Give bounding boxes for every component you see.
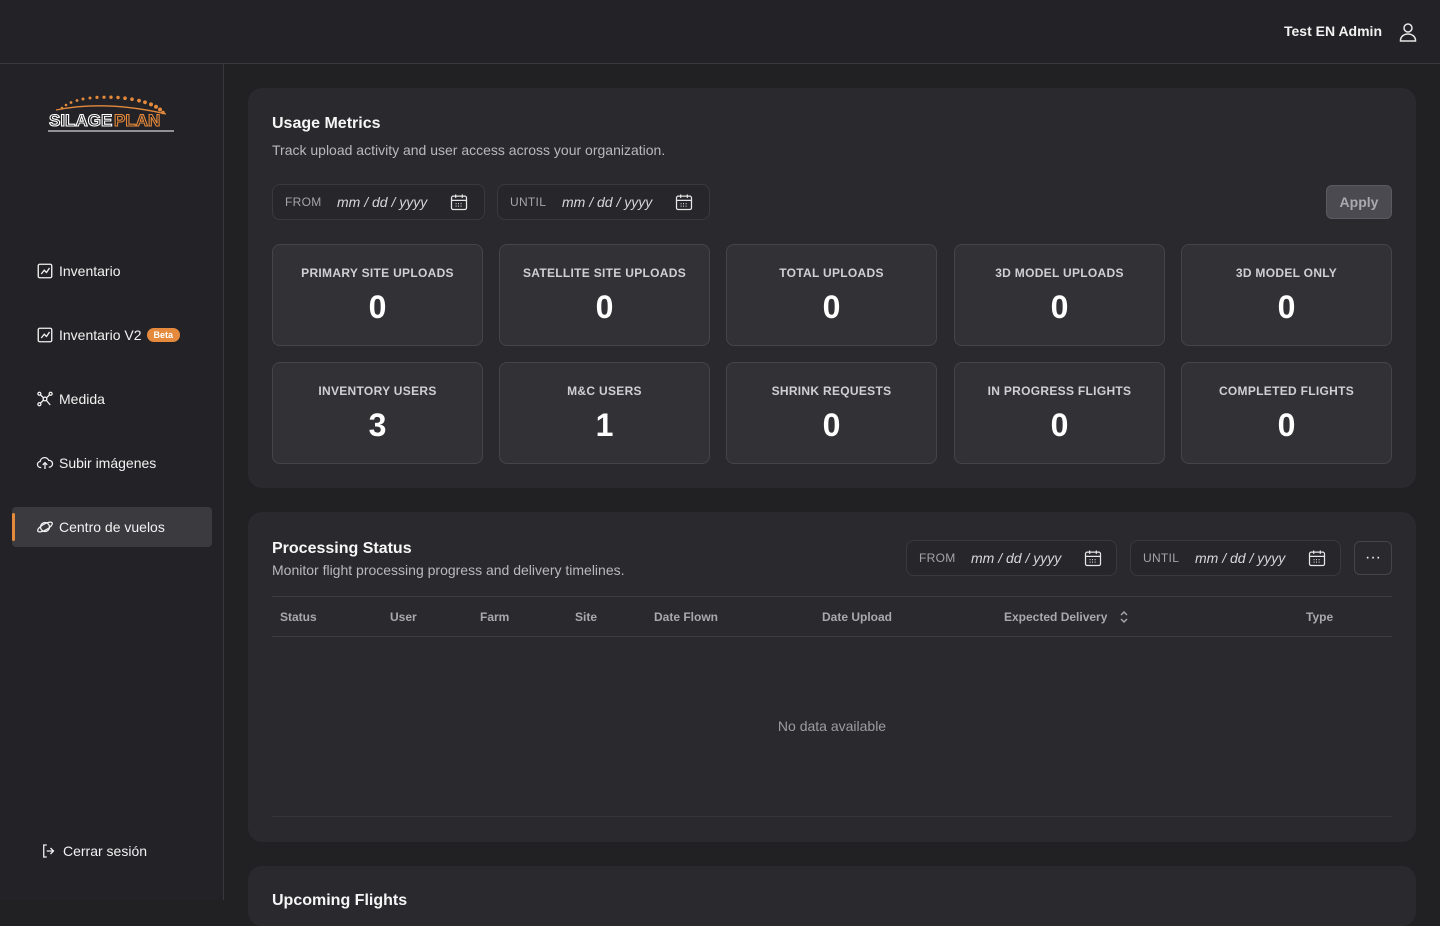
sidebar-item-subir-imagenes[interactable]: Subir imágenes — [12, 443, 212, 483]
metric-label: SATELLITE SITE UPLOADS — [522, 266, 687, 280]
logout-icon — [43, 844, 55, 858]
sidebar-item-label: Centro de vuelos — [59, 519, 165, 535]
date-placeholder: mm / dd / yyyy — [971, 550, 1062, 566]
metric-label: SHRINK REQUESTS — [771, 384, 892, 398]
metric-value: 0 — [822, 407, 841, 443]
logout-label: Cerrar sesión — [63, 843, 148, 859]
processing-from-date-input[interactable]: FROM mm / dd / yyyy — [906, 540, 1117, 576]
metric-label: 3D MODEL UPLOADS — [995, 266, 1124, 280]
sidebar-item-label: Inventario V2 — [59, 327, 142, 343]
metric-card: 3D MODEL UPLOADS 0 — [954, 244, 1165, 346]
table-footer-divider — [272, 816, 1392, 817]
processing-status-title: Processing Status — [272, 540, 412, 557]
sidebar-item-label: Medida — [59, 391, 105, 407]
processing-until-date-input[interactable]: UNTIL mm / dd / yyyy — [1130, 540, 1341, 576]
table-header: Status User Farm Site Date Flown Date Up… — [272, 596, 1392, 637]
usage-metrics-card: Usage Metrics Track upload activity and … — [248, 88, 1416, 488]
usage-until-date-input[interactable]: UNTIL mm / dd / yyyy — [497, 184, 710, 220]
column-header-site[interactable]: Site — [575, 610, 597, 624]
metric-card: COMPLETED FLIGHTS 0 — [1181, 362, 1392, 464]
sort-icon[interactable] — [1118, 609, 1130, 625]
metric-label: TOTAL UPLOADS — [779, 266, 884, 280]
metric-value: 0 — [1050, 289, 1069, 325]
usage-metrics-title: Usage Metrics — [272, 115, 381, 132]
column-header-expected-delivery[interactable]: Expected Delivery — [1004, 610, 1107, 624]
empty-state: No data available — [777, 718, 887, 734]
column-header-date-flown[interactable]: Date Flown — [654, 610, 718, 624]
until-label: UNTIL — [1143, 551, 1180, 565]
metric-label: COMPLETED FLIGHTS — [1218, 384, 1355, 398]
ellipsis-icon: ··· — [1365, 549, 1381, 566]
svg-text:SILAGE: SILAGE — [49, 111, 112, 130]
svg-text:PLAN: PLAN — [114, 111, 160, 130]
logout-button[interactable]: Cerrar sesión — [40, 842, 147, 860]
beta-badge: Beta — [146, 328, 181, 342]
metric-card: IN PROGRESS FLIGHTS 0 — [954, 362, 1165, 464]
metric-card: SHRINK REQUESTS 0 — [726, 362, 937, 464]
calendar-icon[interactable] — [674, 192, 694, 212]
sidebar-item-label: Inventario — [59, 263, 121, 279]
date-placeholder: mm / dd / yyyy — [562, 194, 653, 210]
metric-value: 0 — [1050, 407, 1069, 443]
sidebar-item-inventario[interactable]: Inventario — [12, 251, 212, 291]
date-placeholder: mm / dd / yyyy — [1195, 550, 1286, 566]
sidebar-item-inventario-v2[interactable]: Inventario V2 Beta — [12, 315, 212, 355]
processing-status-card: Processing Status Monitor flight process… — [248, 512, 1416, 842]
metric-value: 1 — [595, 407, 614, 443]
metric-value: 0 — [595, 289, 614, 325]
metric-value: 0 — [368, 289, 387, 325]
metric-card: M&C USERS 1 — [499, 362, 710, 464]
column-header-date-upload[interactable]: Date Upload — [822, 610, 892, 624]
processing-status-subtitle: Monitor flight processing progress and d… — [272, 562, 625, 578]
metric-card: TOTAL UPLOADS 0 — [726, 244, 937, 346]
upcoming-flights-title: Upcoming Flights — [272, 892, 408, 909]
metric-card: 3D MODEL ONLY 0 — [1181, 244, 1392, 346]
sidebar-item-medida[interactable]: Medida — [12, 379, 212, 419]
drone-icon — [37, 391, 53, 407]
sidebar: SILAGE PLAN Inventario Inventario V2 Bet… — [0, 64, 224, 900]
metric-label: IN PROGRESS FLIGHTS — [987, 384, 1132, 398]
metric-value: 0 — [822, 289, 841, 325]
metric-card: PRIMARY SITE UPLOADS 0 — [272, 244, 483, 346]
metric-value: 0 — [1277, 407, 1296, 443]
silageplan-logo[interactable]: SILAGE PLAN — [46, 94, 178, 134]
more-options-button[interactable]: ··· — [1354, 541, 1392, 575]
column-header-status[interactable]: Status — [280, 610, 317, 624]
user-name[interactable]: Test EN Admin — [1284, 23, 1382, 39]
usage-from-date-input[interactable]: FROM mm / dd / yyyy — [272, 184, 485, 220]
column-header-user[interactable]: User — [390, 610, 417, 624]
until-label: UNTIL — [510, 195, 547, 209]
sidebar-item-label: Subir imágenes — [59, 455, 157, 471]
metric-card: SATELLITE SITE UPLOADS 0 — [499, 244, 710, 346]
planet-icon — [37, 521, 53, 533]
date-placeholder: mm / dd / yyyy — [337, 194, 428, 210]
column-header-farm[interactable]: Farm — [480, 610, 509, 624]
user-icon[interactable] — [1396, 20, 1420, 44]
calendar-icon[interactable] — [1083, 548, 1103, 568]
metric-value: 3 — [368, 407, 387, 443]
cloud-upload-icon — [36, 456, 54, 469]
calendar-icon[interactable] — [449, 192, 469, 212]
upcoming-flights-card: Upcoming Flights — [248, 866, 1416, 926]
top-bar: Test EN Admin — [0, 0, 1440, 64]
metric-label: 3D MODEL ONLY — [1235, 266, 1338, 280]
calendar-icon[interactable] — [1307, 548, 1327, 568]
chart-line-icon — [37, 263, 53, 279]
metric-label: PRIMARY SITE UPLOADS — [301, 266, 454, 280]
metric-label: M&C USERS — [567, 384, 642, 398]
column-header-type[interactable]: Type — [1306, 610, 1333, 624]
metric-value: 0 — [1277, 289, 1296, 325]
chart-line-icon — [37, 327, 53, 343]
apply-button[interactable]: Apply — [1326, 185, 1392, 219]
from-label: FROM — [919, 551, 956, 565]
usage-metrics-subtitle: Track upload activity and user access ac… — [272, 142, 666, 158]
metric-label: INVENTORY USERS — [318, 384, 437, 398]
sidebar-item-centro-de-vuelos[interactable]: Centro de vuelos — [12, 507, 212, 547]
metric-card: INVENTORY USERS 3 — [272, 362, 483, 464]
from-label: FROM — [285, 195, 322, 209]
